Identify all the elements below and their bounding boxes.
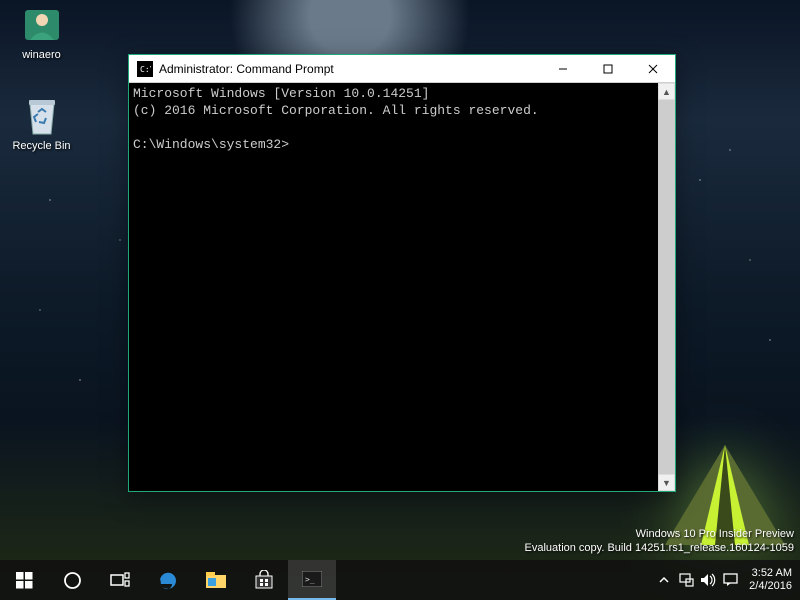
taskbar[interactable]: >_ 3:52 AM 2/4/2016 bbox=[0, 560, 800, 600]
scroll-track[interactable] bbox=[658, 100, 675, 474]
terminal-prompt: C:\Windows\system32> bbox=[133, 137, 289, 152]
desktop-icon-winaero[interactable]: winaero bbox=[4, 4, 79, 61]
terminal-line: (c) 2016 Microsoft Corporation. All righ… bbox=[133, 103, 539, 118]
terminal-scrollbar[interactable]: ▲ ▼ bbox=[658, 83, 675, 491]
taskbar-spacer bbox=[336, 560, 653, 600]
tray-chevron-up-icon[interactable] bbox=[653, 575, 675, 585]
scroll-thumb[interactable] bbox=[658, 100, 675, 474]
desktop-icon-label: Recycle Bin bbox=[4, 140, 79, 152]
desktop-icon-recyclebin[interactable]: Recycle Bin bbox=[4, 95, 79, 152]
close-button[interactable] bbox=[630, 55, 675, 82]
system-tray[interactable]: 3:52 AM 2/4/2016 bbox=[653, 560, 800, 600]
recycle-bin-icon bbox=[21, 95, 63, 137]
cortana-button[interactable] bbox=[48, 560, 96, 600]
store-icon bbox=[254, 570, 274, 590]
svg-text:C:\: C:\ bbox=[140, 65, 151, 74]
desktop-icon-label: winaero bbox=[4, 49, 79, 61]
taskview-button[interactable] bbox=[96, 560, 144, 600]
window-title: Administrator: Command Prompt bbox=[159, 62, 540, 76]
terminal-output[interactable]: Microsoft Windows [Version 10.0.14251] (… bbox=[129, 83, 658, 491]
windows-watermark: Windows 10 Pro Insider Preview Evaluatio… bbox=[525, 527, 795, 555]
taskbar-store[interactable] bbox=[240, 560, 288, 600]
taskview-icon bbox=[110, 572, 130, 588]
cmd-system-icon[interactable]: C:\ bbox=[137, 61, 153, 77]
clock-time: 3:52 AM bbox=[749, 567, 792, 580]
windows-logo-icon bbox=[16, 572, 33, 589]
cortana-icon bbox=[63, 571, 82, 590]
file-explorer-icon bbox=[205, 571, 227, 589]
svg-text:>_: >_ bbox=[305, 575, 315, 584]
edge-icon bbox=[157, 569, 179, 591]
tray-volume-icon[interactable] bbox=[697, 573, 719, 587]
tray-network-icon[interactable] bbox=[675, 573, 697, 587]
minimize-button[interactable] bbox=[540, 55, 585, 82]
command-prompt-window[interactable]: C:\ Administrator: Command Prompt Micros… bbox=[128, 54, 676, 492]
user-avatar-icon bbox=[21, 4, 63, 46]
cmd-icon: >_ bbox=[302, 571, 322, 587]
taskbar-cmd[interactable]: >_ bbox=[288, 560, 336, 600]
window-titlebar[interactable]: C:\ Administrator: Command Prompt bbox=[129, 55, 675, 83]
clock-date: 2/4/2016 bbox=[749, 580, 792, 593]
start-button[interactable] bbox=[0, 560, 48, 600]
terminal-line: Microsoft Windows [Version 10.0.14251] bbox=[133, 86, 429, 101]
watermark-edition: Windows 10 Pro Insider Preview bbox=[525, 527, 795, 541]
scroll-up-arrow[interactable]: ▲ bbox=[658, 83, 675, 100]
watermark-build: Evaluation copy. Build 14251.rs1_release… bbox=[525, 541, 795, 555]
taskbar-clock[interactable]: 3:52 AM 2/4/2016 bbox=[741, 567, 800, 593]
maximize-button[interactable] bbox=[585, 55, 630, 82]
taskbar-edge[interactable] bbox=[144, 560, 192, 600]
tray-action-center-icon[interactable] bbox=[719, 573, 741, 587]
taskbar-explorer[interactable] bbox=[192, 560, 240, 600]
scroll-down-arrow[interactable]: ▼ bbox=[658, 474, 675, 491]
